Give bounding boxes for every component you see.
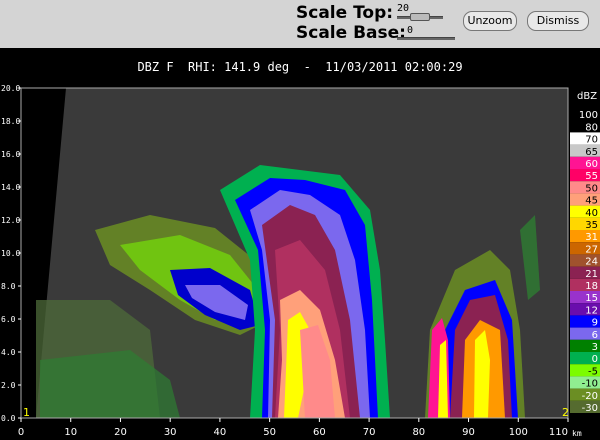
- colorbar-label: 9: [592, 318, 598, 329]
- colorbar-label: 65: [585, 147, 598, 158]
- colorbar-label: 12: [585, 305, 598, 316]
- colorbar-label: 70: [585, 135, 598, 146]
- x-tick-label: 30: [164, 427, 177, 438]
- x-tick-label: 110: [549, 427, 568, 438]
- y-tick-label: 8.0: [1, 282, 16, 291]
- colorbar-label: 3: [592, 342, 598, 353]
- y-tick-label: 14.0: [1, 183, 20, 192]
- x-tick-label: 100: [509, 427, 528, 438]
- x-axis: 0 10 20 30 40 50 60 70 80 90 100 110: [18, 418, 569, 438]
- colorbar-label: -5: [588, 366, 598, 377]
- colorbar-label: 21: [585, 269, 598, 280]
- colorbar-label: 24: [585, 257, 598, 268]
- colorbar-label: 40: [585, 208, 598, 219]
- x-tick-label: 40: [214, 427, 227, 438]
- corner-marker-1: 1: [23, 406, 30, 419]
- colorbar-unit: dBZ: [577, 91, 597, 102]
- x-tick-label: 10: [64, 427, 77, 438]
- corner-marker-2: 2: [562, 406, 569, 419]
- y-tick-label: 4.0: [1, 348, 16, 357]
- x-tick-label: 20: [114, 427, 127, 438]
- colorbar-label: 18: [585, 281, 598, 292]
- colorbar-label: 50: [585, 183, 598, 194]
- x-tick-label: 0: [18, 427, 24, 438]
- x-tick-label: 50: [263, 427, 276, 438]
- colorbar-label: 6: [592, 330, 598, 341]
- colorbar-label: 0: [592, 354, 598, 365]
- x-tick-label: 80: [412, 427, 425, 438]
- y-tick-label: 12.0: [1, 216, 20, 225]
- y-tick-label: 10.0: [1, 249, 20, 258]
- y-tick-label: 0.0: [1, 414, 16, 423]
- y-tick-label: 2.0: [1, 381, 16, 390]
- colorbar-label: 35: [585, 220, 598, 231]
- y-axis: 0.0 2.0 4.0 6.0 8.0 10.0 12.0 14.0 16.0 18.0 20.0: [1, 84, 21, 423]
- x-tick-label: 70: [363, 427, 376, 438]
- y-tick-label: 20.0: [1, 84, 20, 93]
- colorbar-label: 45: [585, 196, 598, 207]
- colorbar-label: -20: [582, 391, 598, 402]
- colorbar-label: 31: [585, 232, 598, 243]
- colorbar-label: 100: [579, 110, 598, 121]
- y-tick-label: 18.0: [1, 117, 20, 126]
- y-tick-label: 16.0: [1, 150, 20, 159]
- colorbar: dBZ 100807065605550454035312724211815129…: [570, 91, 600, 414]
- colorbar-label: -30: [582, 403, 598, 414]
- colorbar-label: -10: [582, 379, 598, 390]
- colorbar-label: 55: [585, 171, 598, 182]
- colorbar-label: 27: [585, 244, 598, 255]
- colorbar-label: 80: [585, 122, 598, 133]
- y-tick-label: 6.0: [1, 315, 16, 324]
- colorbar-label: 15: [585, 293, 598, 304]
- rhi-plot[interactable]: 0.0 2.0 4.0 6.0 8.0 10.0 12.0 14.0 16.0 18.0 2 0.0 …: [0, 0, 600, 440]
- x-axis-unit: km: [572, 429, 582, 438]
- x-tick-label: 90: [462, 427, 475, 438]
- plot-area[interactable]: [21, 88, 568, 418]
- x-tick-label: 60: [313, 427, 326, 438]
- colorbar-label: 60: [585, 159, 598, 170]
